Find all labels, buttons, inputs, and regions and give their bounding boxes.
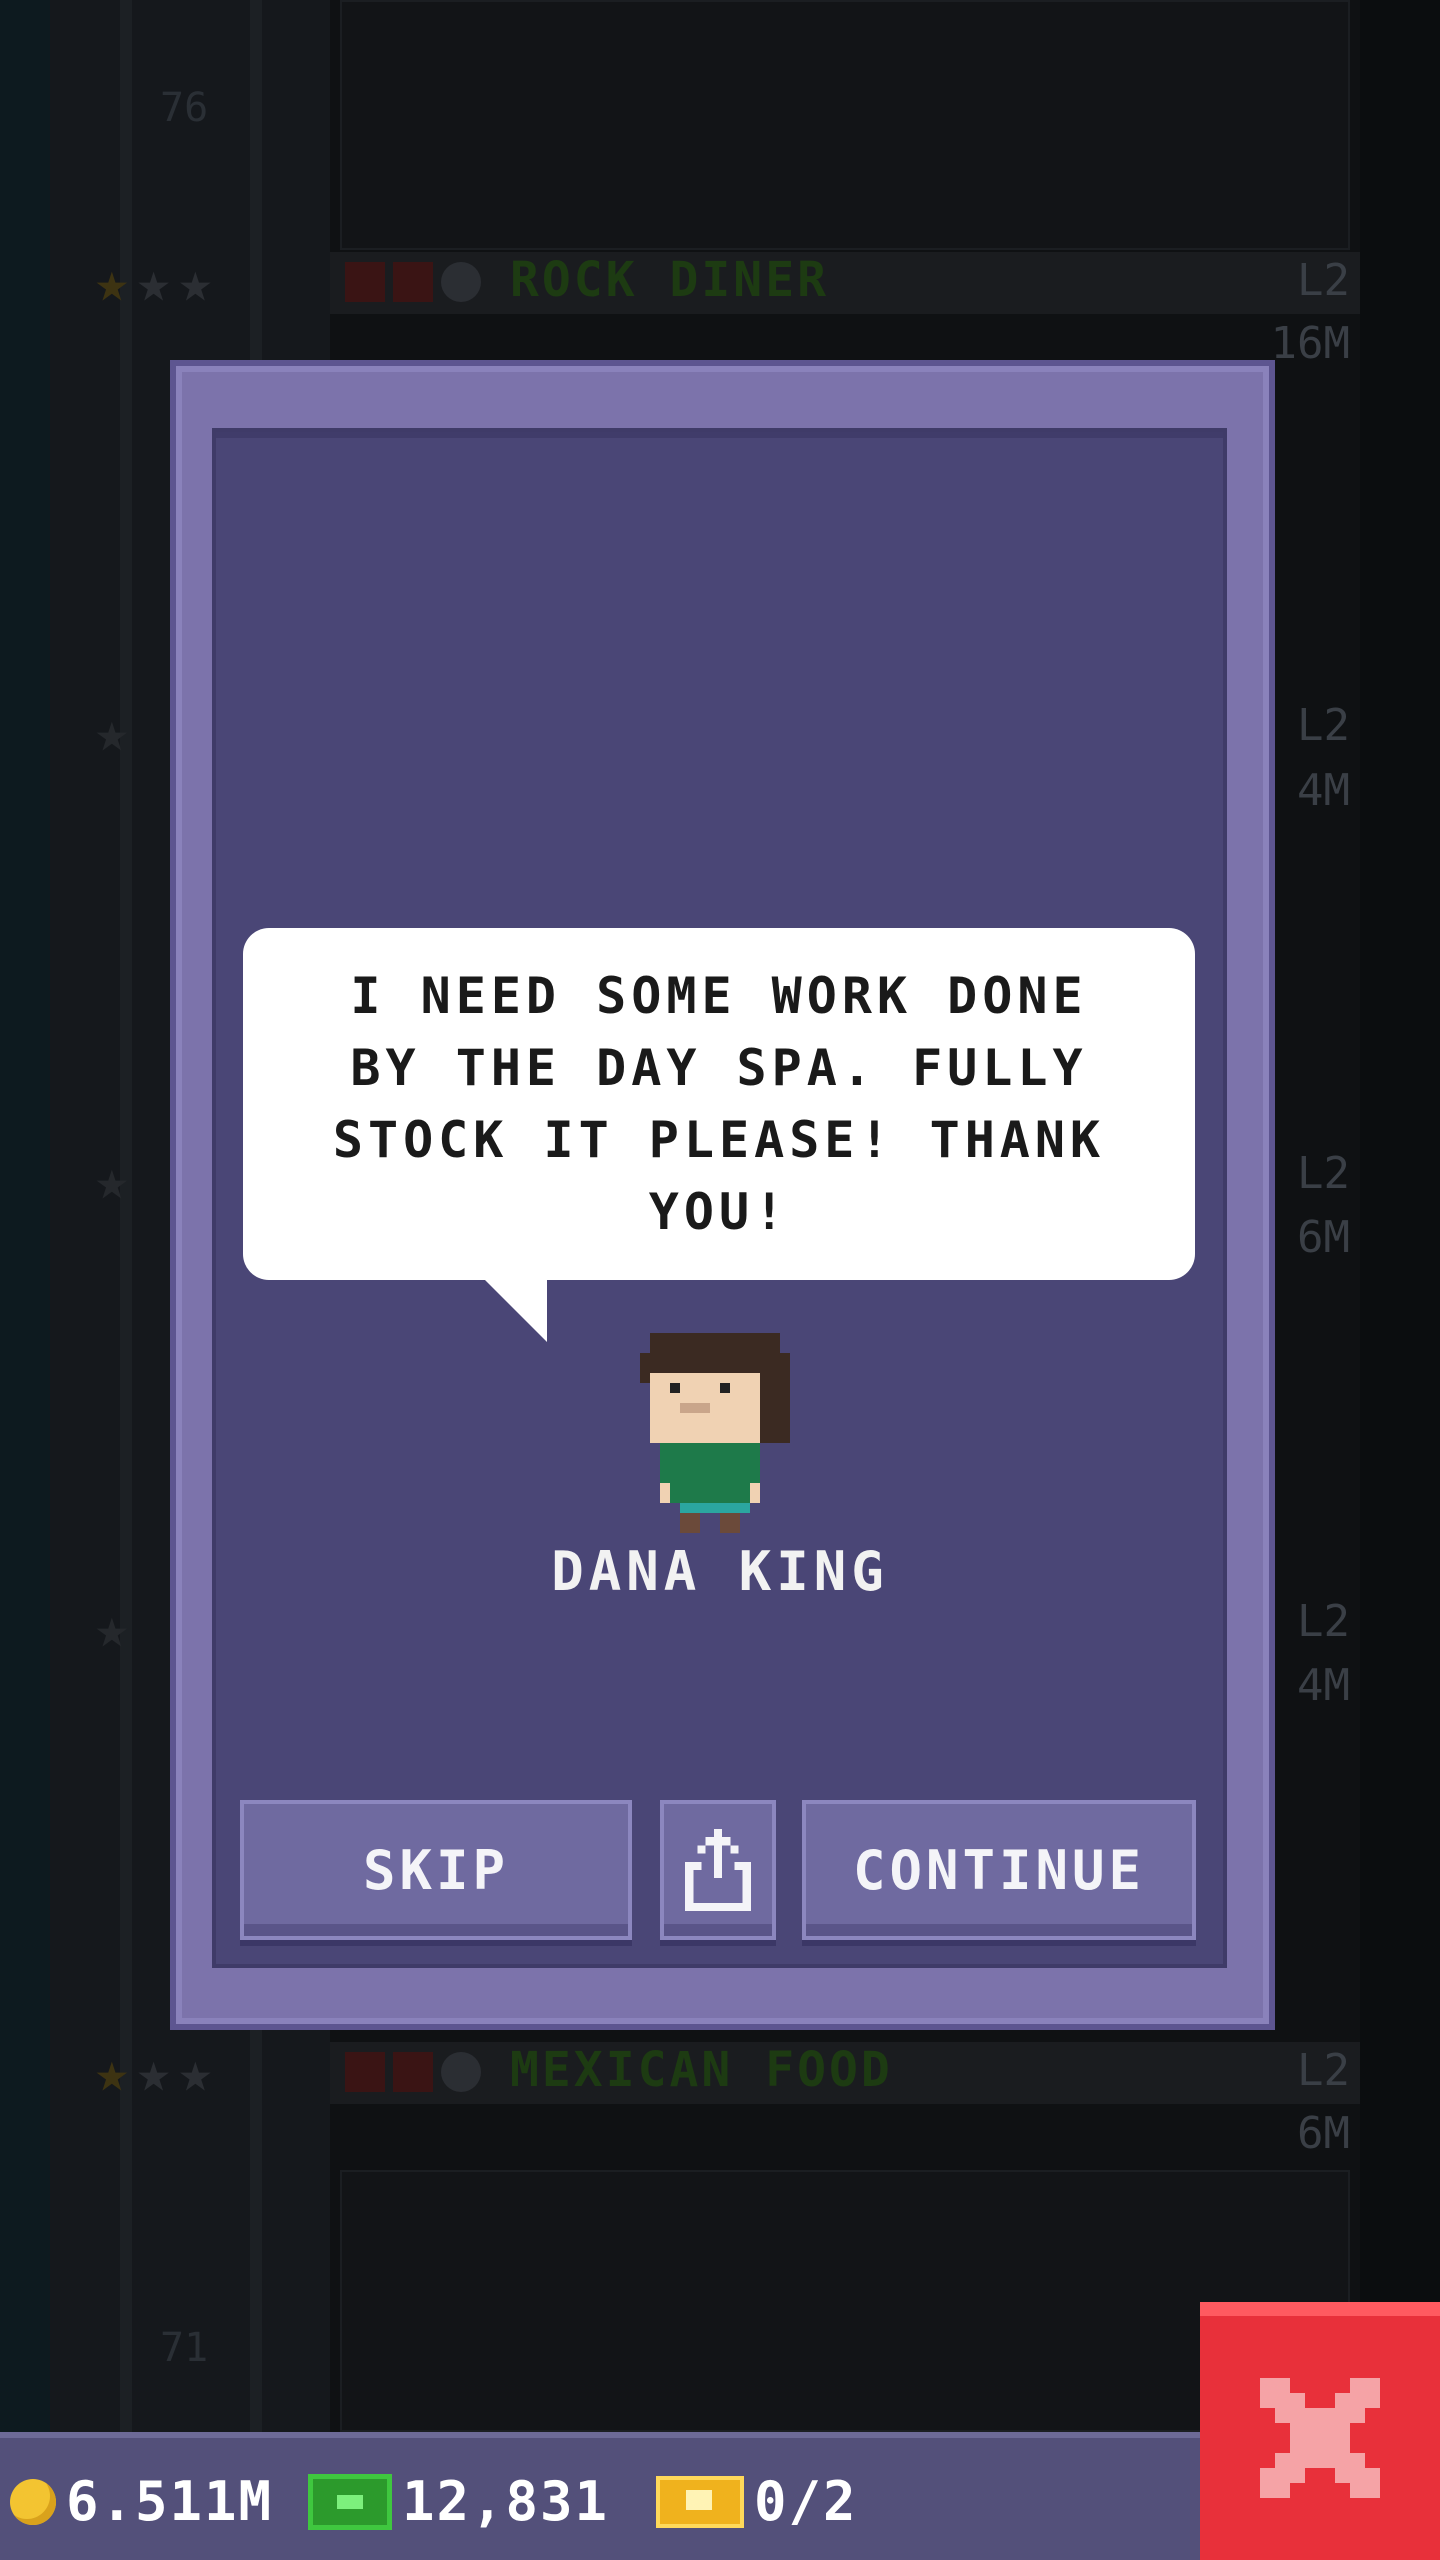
tickets-display: 0/2 [656, 2470, 858, 2533]
continue-button-label: CONTINUE [852, 1838, 1146, 1902]
character-name: DANA KING [551, 1540, 889, 1603]
missing-stock-icon [345, 2052, 385, 2092]
speech-bubble: I NEED SOME WORK DONE BY THE DAY SPA. FU… [243, 928, 1195, 1280]
clock-icon [441, 262, 481, 302]
floor-level: L2 [1297, 255, 1350, 306]
floor-number: 76 [160, 85, 209, 131]
floor-room [340, 0, 1350, 250]
coin-icon [10, 2478, 56, 2525]
currency-bar: 6.511M 12,831 0/2 [0, 2432, 1200, 2560]
right-rail [1360, 0, 1440, 2560]
coins-value: 6.511M [66, 2470, 274, 2533]
speech-bubble-tail [485, 1280, 547, 1342]
coins-display: 6.511M [10, 2470, 273, 2533]
star-icon: ★ [178, 250, 213, 315]
floor-cost: 4M [1297, 765, 1350, 816]
star-icon: ★ [95, 2040, 129, 2105]
share-icon [685, 1828, 751, 1912]
missing-stock-icon [393, 2052, 433, 2092]
floor-room [340, 2170, 1350, 2432]
floor-level: L2 [1297, 1148, 1350, 1199]
close-button[interactable] [1200, 2302, 1440, 2560]
floor-name: ROCK DINER [510, 252, 829, 308]
floor-strip [330, 252, 1360, 314]
star-icon: ★ [136, 250, 171, 315]
missing-stock-icon [345, 262, 385, 302]
clock-icon [441, 2052, 481, 2092]
star-icon: ★ [136, 2040, 171, 2105]
floor-level: L2 [1297, 2045, 1350, 2096]
floor-stars: ★ ★ ★ [95, 255, 212, 311]
elevator-rail [120, 0, 132, 2560]
floor-cost: 6M [1297, 2108, 1350, 2159]
left-shaft [0, 0, 50, 2560]
tickets-value: 0/2 [754, 2470, 858, 2533]
floor-cost: 16M [1270, 318, 1350, 369]
star-icon: ★ [95, 1148, 129, 1213]
bux-display: 12,831 [308, 2470, 609, 2533]
bitizen-avatar [640, 1333, 790, 1533]
bux-icon [308, 2473, 392, 2530]
floor-status [345, 2052, 481, 2092]
share-button[interactable] [660, 1800, 776, 1940]
star-icon: ★ [95, 1596, 129, 1661]
continue-button[interactable]: CONTINUE [802, 1800, 1196, 1940]
skip-button[interactable]: SKIP [240, 1800, 632, 1940]
close-icon [1260, 2378, 1380, 2498]
floor-status [345, 262, 481, 302]
floor-level: L2 [1297, 1596, 1350, 1647]
floor-number: 71 [160, 2325, 209, 2371]
bux-value: 12,831 [402, 2470, 610, 2533]
star-icon: ★ [95, 250, 129, 315]
floor-cost: 6M [1297, 1212, 1350, 1263]
missing-stock-icon [393, 262, 433, 302]
skip-button-label: SKIP [362, 1838, 510, 1902]
floor-name: MEXICAN FOOD [510, 2042, 893, 2098]
floor-cost: 4M [1297, 1660, 1350, 1711]
floor-level: L2 [1297, 700, 1350, 751]
floor-stars: ★ ★ ★ [95, 2045, 212, 2101]
golden-ticket-icon [656, 2475, 744, 2528]
mission-message: I NEED SOME WORK DONE BY THE DAY SPA. FU… [332, 967, 1106, 1241]
star-icon: ★ [95, 700, 129, 765]
star-icon: ★ [178, 2040, 213, 2105]
